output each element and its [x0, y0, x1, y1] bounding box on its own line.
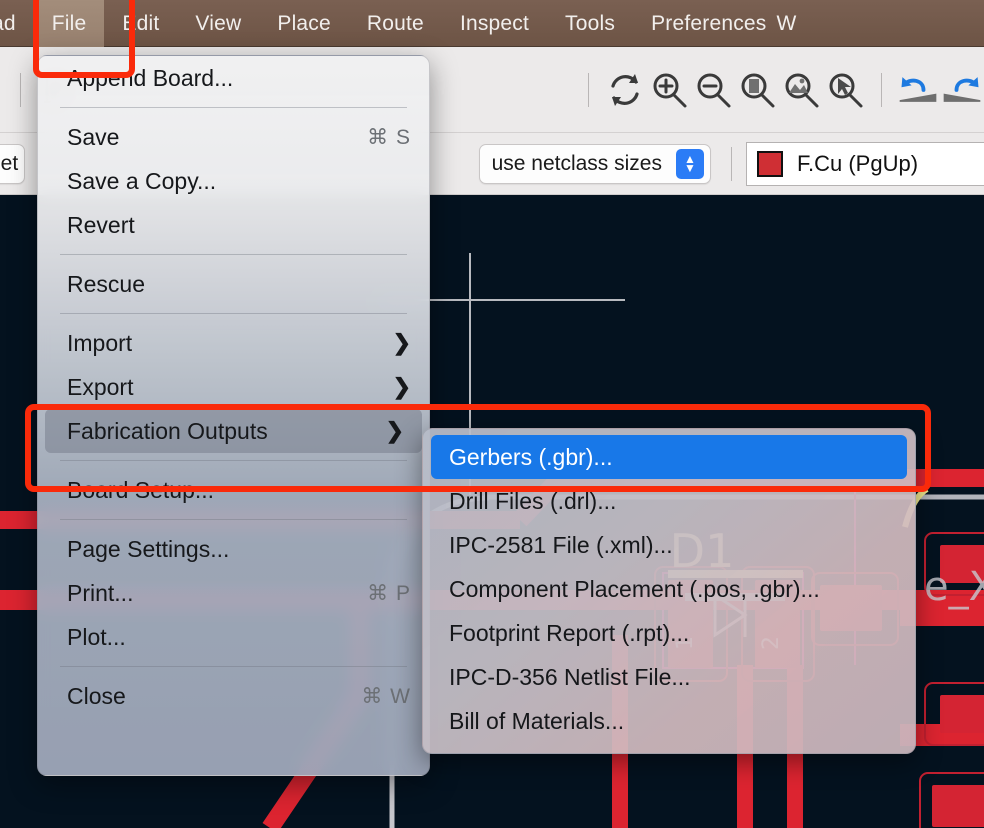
menubar-item-place[interactable]: Place [259, 0, 349, 47]
menu-item-label: Export [67, 373, 134, 400]
redo-icon[interactable] [940, 68, 984, 112]
layer-color-swatch [757, 150, 783, 177]
zoom-out-icon[interactable] [691, 68, 735, 112]
menu-item-save[interactable]: Save ⌘ S [38, 115, 429, 159]
zoom-to-page-icon[interactable] [735, 68, 779, 112]
menu-item-fabrication-outputs[interactable]: Fabrication Outputs ❯ [45, 409, 422, 453]
zoom-to-objects-icon[interactable] [779, 68, 823, 112]
menu-item-label: Print... [67, 579, 134, 606]
submenu-item-label: IPC-D-356 Netlist File... [449, 663, 691, 690]
chevron-updown-icon[interactable]: ▲ ▼ [676, 148, 704, 179]
menu-item-export[interactable]: Export ❯ [38, 365, 429, 409]
menubar-item-tools[interactable]: Tools [547, 0, 633, 47]
menu-item-label: Save [67, 123, 120, 150]
menu-item-rescue[interactable]: Rescue [38, 262, 429, 306]
toolbar-separator-4 [731, 146, 732, 181]
menubar-item-inspect[interactable]: Inspect [442, 0, 547, 47]
net-filter-label: net [0, 151, 19, 175]
submenu-item-ipc-d-356-netlist-file[interactable]: IPC-D-356 Netlist File... [423, 655, 915, 699]
menubar-item-edit[interactable]: Edit [104, 0, 177, 47]
submenu-item-label: Gerbers (.gbr)... [449, 443, 613, 470]
chevron-right-icon: ❯ [392, 374, 411, 399]
menubar-item-view[interactable]: View [177, 0, 259, 47]
track-width-value: use netclass sizes [491, 151, 662, 175]
menu-item-shortcut: ⌘ P [367, 581, 411, 605]
menu-item-label: Append Board... [67, 64, 234, 91]
menu-item-label: Board Setup... [67, 476, 215, 503]
fabrication-outputs-submenu[interactable]: Gerbers (.gbr)... Drill Files (.drl)... IP… [422, 428, 916, 754]
menu-item-label: Revert [67, 211, 135, 238]
submenu-item-label: Component Placement (.pos, .gbr)... [449, 575, 820, 602]
menu-separator [60, 313, 407, 314]
menu-separator [60, 107, 407, 108]
menu-item-board-setup[interactable]: Board Setup... [38, 468, 429, 512]
menu-item-revert[interactable]: Revert [38, 203, 429, 247]
toolbar-separator-2 [588, 72, 589, 107]
undo-icon[interactable] [896, 68, 940, 112]
menu-item-import[interactable]: Import ❯ [38, 321, 429, 365]
submenu-item-ipc-2581-file-xml[interactable]: IPC-2581 File (.xml)... [423, 523, 915, 567]
submenu-item-label: Footprint Report (.rpt)... [449, 619, 690, 646]
menu-item-label: Close [67, 682, 126, 709]
app-window: D1 470 e_X /3 NO 1 2 [0, 0, 984, 828]
svg-text:e_X: e_X [924, 564, 984, 610]
menu-item-label: Fabrication Outputs [67, 417, 268, 444]
menubar-item-file[interactable]: File [33, 0, 105, 47]
file-menu-dropdown[interactable]: Append Board... Save ⌘ S Save a Copy... Reve… [37, 55, 430, 776]
active-layer-label: F.Cu (PgUp) [797, 150, 919, 176]
menu-item-save-a-copy[interactable]: Save a Copy... [38, 159, 429, 203]
menu-item-label: Import [67, 329, 133, 356]
menubar-item-w[interactable]: W [777, 0, 815, 47]
track-width-combo[interactable]: use netclass sizes ▲ ▼ [478, 143, 711, 184]
menubar-item-preferences[interactable]: Preferences [633, 0, 784, 47]
menu-separator [60, 519, 407, 520]
menu-bar: adFileEditViewPlaceRouteInspectToolsPref… [0, 0, 984, 47]
zoom-in-icon[interactable] [647, 68, 691, 112]
chevron-right-icon: ❯ [392, 330, 411, 355]
menu-item-page-settings[interactable]: Page Settings... [38, 527, 429, 571]
menubar-item-ad[interactable]: ad [0, 0, 34, 47]
menubar-item-route[interactable]: Route [349, 0, 442, 47]
menu-separator [60, 666, 407, 667]
menu-item-close[interactable]: Close ⌘ W [38, 674, 429, 718]
net-filter-combo[interactable]: net [0, 143, 26, 184]
submenu-item-footprint-report-rpt[interactable]: Footprint Report (.rpt)... [423, 611, 915, 655]
submenu-item-component-placement-pos-gbr[interactable]: Component Placement (.pos, .gbr)... [423, 567, 915, 611]
menu-item-shortcut: ⌘ S [367, 125, 411, 149]
active-layer-selector[interactable]: F.Cu (PgUp) [746, 141, 984, 186]
toolbar-separator [20, 72, 21, 107]
submenu-item-drill-files-drl[interactable]: Drill Files (.drl)... [423, 479, 915, 523]
menu-separator [60, 460, 407, 461]
toolbar-separator-3 [881, 72, 882, 107]
submenu-item-label: Bill of Materials... [449, 707, 625, 734]
menu-item-shortcut: ⌘ W [361, 684, 411, 708]
refresh-icon[interactable] [603, 68, 647, 112]
submenu-item-bill-of-materials[interactable]: Bill of Materials... [423, 699, 915, 743]
menu-separator [60, 254, 407, 255]
menu-item-label: Page Settings... [67, 535, 230, 562]
menu-item-label: Rescue [67, 270, 145, 297]
menu-item-print[interactable]: Print... ⌘ P [38, 571, 429, 615]
menu-item-label: Plot... [67, 623, 126, 650]
menu-item-append-board[interactable]: Append Board... [38, 56, 429, 100]
menu-item-plot[interactable]: Plot... [38, 615, 429, 659]
zoom-to-selection-icon[interactable] [823, 68, 867, 112]
chevron-right-icon: ❯ [385, 418, 404, 443]
submenu-item-label: IPC-2581 File (.xml)... [449, 531, 673, 558]
menu-item-label: Save a Copy... [67, 167, 217, 194]
submenu-item-gerbers-gbr[interactable]: Gerbers (.gbr)... [431, 435, 907, 479]
submenu-item-label: Drill Files (.drl)... [449, 487, 617, 514]
